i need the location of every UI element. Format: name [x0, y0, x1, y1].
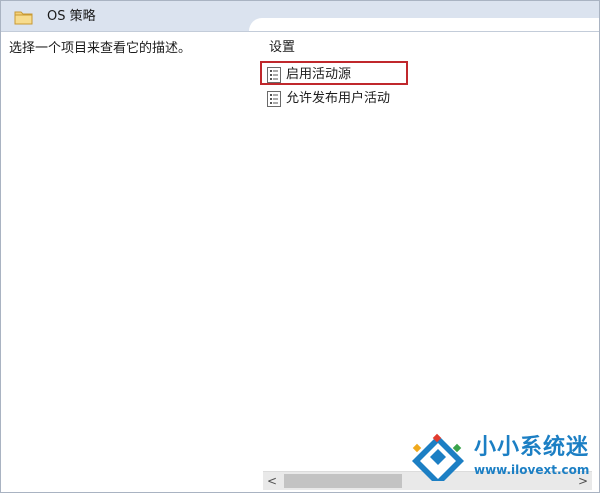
description-text: 选择一个项目来查看它的描述。: [9, 41, 192, 56]
list-item-label: 允许发布用户活动: [286, 90, 391, 106]
folder-icon: [14, 10, 33, 25]
scroll-left-arrow-icon[interactable]: <: [266, 474, 278, 488]
settings-column-header[interactable]: 设置: [269, 40, 295, 56]
watermark-title: 小小系统迷: [474, 435, 590, 460]
watermark-logo-icon: [408, 431, 470, 487]
policy-window: OS 策略 选择一个项目来查看它的描述。 设置 启用活动源 允许发布用户活动 <…: [0, 0, 600, 493]
header-title: OS 策略: [47, 9, 96, 24]
watermark: 小小系统迷 www.ilovext.com: [408, 431, 598, 487]
list-item-allow-publish-user-activity[interactable]: 允许发布用户活动: [267, 89, 390, 108]
header-bar: OS 策略: [1, 1, 599, 31]
policy-setting-icon: [267, 90, 281, 107]
header-tab-curve: [249, 18, 599, 31]
watermark-url: www.ilovext.com: [474, 463, 590, 477]
highlight-box: [260, 61, 408, 85]
scroll-thumb[interactable]: [284, 474, 402, 488]
header-divider: [1, 31, 599, 32]
